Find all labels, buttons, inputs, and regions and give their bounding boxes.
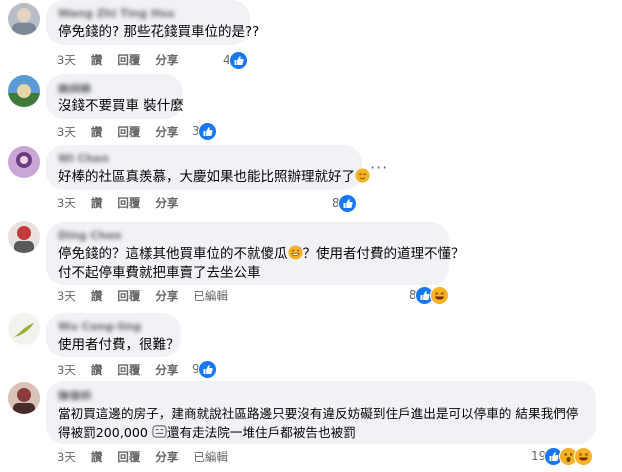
comment-text: 還有走法院一堆住戶都被告也被罰 — [166, 425, 356, 440]
like-button[interactable]: 讚 — [91, 52, 103, 68]
reaction-summary[interactable]: 8 — [409, 285, 449, 305]
like-button[interactable]: 讚 — [91, 195, 103, 211]
comment-text: 當初買這邊的房子，建商就說社區路邊只要沒有違反妨礙到住戶進出是可以停車的 結果我… — [58, 406, 579, 421]
comment-bubble: 賴翊勝 沒錢不要買車 裝什麼 — [46, 74, 184, 119]
reaction-summary[interactable]: 19 — [531, 446, 594, 466]
like-button[interactable]: 讚 — [91, 362, 103, 378]
avatar-image-icon — [8, 313, 40, 345]
comment-bubble: Wang Zhi Ting Hsu 停免錢的? 那些花錢買車位的是?? — [46, 0, 260, 45]
more-dots-icon[interactable]: ··· — [370, 158, 388, 177]
comment-time[interactable]: 3天 — [57, 288, 76, 304]
comment-time[interactable]: 3天 — [57, 362, 76, 378]
share-button[interactable]: 分享 — [155, 449, 178, 465]
share-button[interactable]: 分享 — [155, 52, 178, 68]
comment-actions: 3天 讚 回覆 分享 — [57, 52, 193, 68]
comment-time[interactable]: 3天 — [57, 195, 76, 211]
commenter-name[interactable]: Wi Chen — [58, 152, 350, 164]
avatar-image-icon — [8, 75, 40, 107]
comment-text-line: 停免錢的？這樣其他買車位的不就傻瓜 ？使用者付費的道理不懂？ — [58, 245, 465, 264]
commenter-name[interactable]: 陳偉明 — [58, 388, 584, 400]
like-icon — [337, 193, 357, 213]
comment-text: 沒錢不要買車 裝什麼 — [58, 98, 184, 114]
avatar[interactable] — [8, 313, 40, 345]
like-icon — [197, 359, 217, 379]
share-button[interactable]: 分享 — [155, 362, 178, 378]
commenter-name[interactable]: 賴翊勝 — [58, 81, 171, 93]
share-button[interactable]: 分享 — [155, 195, 178, 211]
like-button[interactable]: 讚 — [91, 124, 103, 140]
reply-button[interactable]: 回覆 — [117, 288, 140, 304]
reaction-summary[interactable]: 9 — [192, 359, 217, 379]
commenter-name[interactable]: Wang Zhi Ting Hsu — [58, 7, 238, 19]
like-icon — [228, 50, 248, 70]
avatar[interactable] — [8, 221, 40, 253]
comment-bubble: Ding Chen 停免錢的？這樣其他買車位的不就傻瓜 ？使用者付費的道理不懂？ … — [46, 222, 465, 285]
comment-text: 付不起停車費就把車賣了去坐公車 — [58, 265, 261, 281]
avatar-image-icon — [8, 3, 40, 35]
reply-button[interactable]: 回覆 — [117, 362, 140, 378]
haha-icon — [574, 446, 594, 466]
comment-bubble: 陳偉明 當初買這邊的房子，建商就說社區路邊只要沒有違反妨礙到住戶進出是可以停車的… — [46, 381, 596, 444]
comment-text-line: 得被罰200,000 還有走法院一堆住戶都被告也被罰 — [58, 423, 584, 442]
like-button[interactable]: 讚 — [91, 288, 103, 304]
comment-text-line: 好棒的社區真羨慕，大慶如果也能比照辦理就好了 — [58, 168, 370, 187]
avatar[interactable] — [8, 75, 40, 107]
rolling-eyes-emoji-icon — [152, 425, 167, 438]
reply-button[interactable]: 回覆 — [117, 195, 140, 211]
comment-actions: 3天 讚 回覆 分享 已編輯 — [57, 288, 243, 304]
grinning-sweat-emoji-icon — [287, 245, 303, 260]
comment-time[interactable]: 3天 — [57, 52, 76, 68]
comment-actions: 3天 讚 回覆 分享 — [57, 124, 193, 140]
relieved-face-emoji-icon — [355, 168, 370, 183]
share-button[interactable]: 分享 — [155, 124, 178, 140]
reply-button[interactable]: 回覆 — [117, 449, 140, 465]
comment-text: 得被罰200,000 — [58, 425, 152, 440]
like-icon — [197, 121, 217, 141]
reaction-summary[interactable]: 4 — [223, 50, 248, 70]
comment-actions: 3天 讚 回覆 分享 — [57, 195, 193, 211]
commenter-name[interactable]: Ding Chen — [58, 229, 437, 241]
reply-button[interactable]: 回覆 — [117, 124, 140, 140]
edited-label: 已編輯 — [193, 289, 228, 303]
comment-time[interactable]: 3天 — [57, 449, 76, 465]
comment-text: 停免錢的? 那些花錢買車位的是?? — [58, 24, 260, 40]
comment-bubble: Wu Cong-ling 使用者付費，很難？ — [46, 313, 181, 357]
reply-button[interactable]: 回覆 — [117, 52, 140, 68]
comment-text: 使用者付費，很難？ — [58, 337, 180, 353]
like-button[interactable]: 讚 — [91, 449, 103, 465]
avatar-image-icon — [8, 382, 40, 414]
comment-time[interactable]: 3天 — [57, 124, 76, 140]
edited-label: 已編輯 — [193, 450, 228, 464]
comment-text: 停免錢的？這樣其他買車位的不就傻瓜 — [58, 246, 288, 262]
comment-actions: 3天 讚 回覆 分享 已編輯 — [57, 449, 243, 465]
reaction-summary[interactable]: 8 — [332, 193, 357, 213]
comment-text: 好棒的社區真羨慕，大慶如果也能比照辦理就好了 — [58, 169, 355, 185]
reaction-summary[interactable]: 3 — [192, 121, 217, 141]
avatar[interactable] — [8, 3, 40, 35]
comment-text: ？使用者付費的道理不懂？ — [302, 246, 465, 262]
avatar[interactable] — [8, 382, 40, 414]
commenter-name[interactable]: Wu Cong-ling — [58, 320, 169, 332]
avatar[interactable] — [8, 146, 40, 178]
avatar-image-icon — [8, 146, 40, 178]
share-button[interactable]: 分享 — [155, 288, 178, 304]
comment-bubble: Wi Chen 好棒的社區真羨慕，大慶如果也能比照辦理就好了 — [46, 145, 370, 190]
comment-actions: 3天 讚 回覆 分享 — [57, 362, 193, 378]
haha-icon — [429, 285, 449, 305]
avatar-image-icon — [8, 221, 40, 253]
